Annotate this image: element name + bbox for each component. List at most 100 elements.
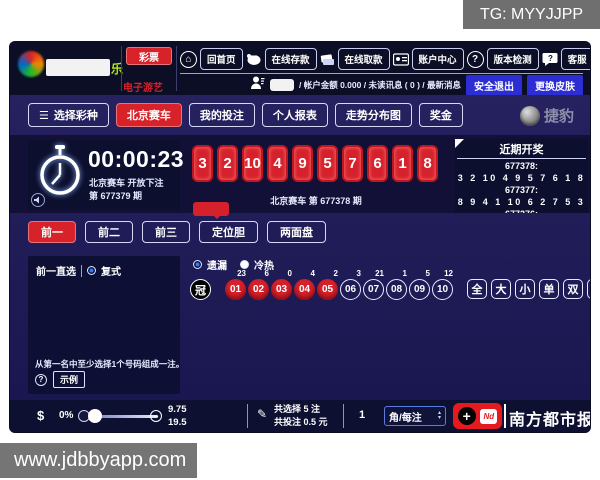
miss-radio-icon[interactable] xyxy=(193,260,202,269)
recent-draws-title: 近期开奖 xyxy=(457,139,586,159)
odds-bottom: 19.5 xyxy=(168,416,187,429)
recent-period: 677378: xyxy=(455,160,588,172)
personal-report-button[interactable]: 个人报表 xyxy=(262,103,328,127)
pick-ball-10[interactable]: 10 xyxy=(432,279,453,300)
divider xyxy=(504,404,506,428)
draw-result: 3 2 10 4 9 5 7 6 1 8 xyxy=(192,145,440,182)
brand-logo: 捷豹 xyxy=(520,105,574,126)
recent-numbers: 8 9 4 1 10 6 2 7 5 3 xyxy=(455,196,588,208)
pick-ball-02[interactable]: 02 xyxy=(248,279,269,300)
game-beijing-racing-button[interactable]: 北京赛车 xyxy=(116,103,182,127)
minus-icon[interactable]: − xyxy=(150,410,162,422)
hotcold-radio-icon[interactable] xyxy=(240,260,249,269)
recent-period: 677376: xyxy=(455,208,588,213)
tab-egames[interactable]: 电子游艺 xyxy=(123,79,163,94)
my-bets-button[interactable]: 我的投注 xyxy=(189,103,255,127)
recent-numbers: 3 2 10 4 9 5 7 6 1 8 xyxy=(455,172,588,184)
username-censored xyxy=(270,79,294,91)
help-circle-icon[interactable]: ? xyxy=(35,374,47,386)
header: 乐 彩票 电子游艺 ⌂ 回首页 在线存款 在线取款 账户中心 xyxy=(10,42,590,95)
menu-icon: ☰ xyxy=(39,109,49,122)
nav-deposit-button[interactable]: 在线存款 xyxy=(265,48,317,70)
tab-two-sides[interactable]: 两面盘 xyxy=(267,221,326,243)
miss-value: 21 xyxy=(375,269,384,279)
result-ball: 6 xyxy=(367,145,388,182)
miss-value: 1 xyxy=(403,269,407,279)
corner-fold-icon xyxy=(455,139,464,148)
nav-withdraw-button[interactable]: 在线取款 xyxy=(338,48,390,70)
piggy-bank-icon xyxy=(246,53,262,66)
miss-value: 6 xyxy=(265,269,269,279)
main-body: ☰ 选择彩种 北京赛车 我的投注 个人报表 走势分布图 奖金 捷豹 xyxy=(10,95,590,400)
tab-first-two[interactable]: 前二 xyxy=(85,221,133,243)
sound-toggle-icon[interactable] xyxy=(31,193,45,207)
tg-contact-badge: TG: MYYJJPP xyxy=(463,0,600,29)
pick-ball-04[interactable]: 04 xyxy=(294,279,315,300)
quick-select-group: 全 大 小 单 双 清 xyxy=(467,279,590,299)
divider xyxy=(180,73,583,74)
countdown-timer: 00:00:23 xyxy=(88,146,184,173)
total-amount: 共投注 0.5 元 xyxy=(274,416,328,429)
quick-odd-button[interactable]: 单 xyxy=(539,279,559,299)
pick-ball-01[interactable]: 01 xyxy=(225,279,246,300)
prize-button[interactable]: 奖金 xyxy=(419,103,463,127)
logout-button[interactable]: 安全退出 xyxy=(466,75,522,96)
home-icon[interactable]: ⌂ xyxy=(180,51,197,68)
multiplier-value[interactable]: 1 xyxy=(359,409,365,421)
result-ball: 3 xyxy=(192,145,213,182)
pick-ball-08[interactable]: 08 xyxy=(386,279,407,300)
nav-version-button[interactable]: 版本检测 xyxy=(487,48,539,70)
unit-select-value: 角/每注 xyxy=(389,409,422,424)
quick-even-button[interactable]: 双 xyxy=(563,279,583,299)
nav-service-button[interactable]: 客服 xyxy=(561,48,590,70)
result-ball: 5 xyxy=(317,145,338,182)
pick-ball-03[interactable]: 03 xyxy=(271,279,292,300)
select-lottery-button[interactable]: ☰ 选择彩种 xyxy=(28,103,109,127)
add-bet-button[interactable]: + Nd xyxy=(453,403,502,429)
help-icon[interactable]: ? xyxy=(467,51,484,68)
change-skin-button[interactable]: 更换皮肤 xyxy=(527,75,583,96)
pick-ball-09[interactable]: 09 xyxy=(409,279,430,300)
rebate-slider-handle[interactable] xyxy=(88,409,102,423)
result-ball: 9 xyxy=(292,145,313,182)
miss-value: 23 xyxy=(237,269,246,279)
quick-clear-button[interactable]: 清 xyxy=(587,279,590,299)
mode-radio-icon[interactable] xyxy=(87,266,96,275)
bet-hint-text: 从第一名中至少选择1个号码组成一注。 xyxy=(35,358,184,370)
tab-lottery[interactable]: 彩票 xyxy=(126,47,172,65)
betting-status: 北京赛车 开放下注 xyxy=(89,176,164,189)
result-ball: 7 xyxy=(342,145,363,182)
example-button[interactable]: 示例 xyxy=(53,371,85,388)
unit-select[interactable]: 角/每注 ▴▾ xyxy=(384,406,446,426)
tab-first-place[interactable]: 前一 xyxy=(28,221,76,243)
pick-ball-05[interactable]: 05 xyxy=(317,279,338,300)
result-ball: 8 xyxy=(417,145,438,182)
trend-chart-button[interactable]: 走势分布图 xyxy=(335,103,412,127)
miss-value: 2 xyxy=(334,269,338,279)
divider xyxy=(247,404,248,428)
site-url-watermark: www.jdbbyapp.com xyxy=(0,443,197,478)
quick-all-button[interactable]: 全 xyxy=(467,279,487,299)
stopwatch-icon xyxy=(33,143,87,201)
divider xyxy=(176,46,177,91)
site-logo-icon xyxy=(18,51,44,77)
nav-account-button[interactable]: 账户中心 xyxy=(412,48,464,70)
page: TG: MYYJJPP 乐 彩票 电子游艺 ⌂ 回首页 在线存款 在线取款 xyxy=(0,0,600,480)
nav-home-button[interactable]: 回首页 xyxy=(200,48,243,70)
result-ball: 4 xyxy=(267,145,288,182)
tab-first-three[interactable]: 前三 xyxy=(142,221,190,243)
account-info: / 帐户金额 0.000 / 未读讯息 ( 0 ) / 最新消息 xyxy=(299,79,461,91)
countdown-panel: 00:00:23 北京赛车 开放下注 第 677379 期 xyxy=(28,140,180,210)
miss-value: 4 xyxy=(311,269,315,279)
quick-small-button[interactable]: 小 xyxy=(515,279,535,299)
chat-icon[interactable]: ? xyxy=(542,52,558,66)
pick-ball-06[interactable]: 06 xyxy=(340,279,361,300)
mode-label: 复式 xyxy=(101,263,121,278)
pick-ball-07[interactable]: 07 xyxy=(363,279,384,300)
bet-summary: 共选择 5 注 共投注 0.5 元 xyxy=(274,403,328,429)
press-logo-icon: Nd xyxy=(480,409,497,424)
bet-mode-panel: 前一直选 复式 从第一名中至少选择1个号码组成一注。 ? 示例 xyxy=(28,256,180,394)
tab-position[interactable]: 定位胆 xyxy=(199,221,258,243)
quick-big-button[interactable]: 大 xyxy=(491,279,511,299)
select-lottery-label: 选择彩种 xyxy=(54,107,98,123)
